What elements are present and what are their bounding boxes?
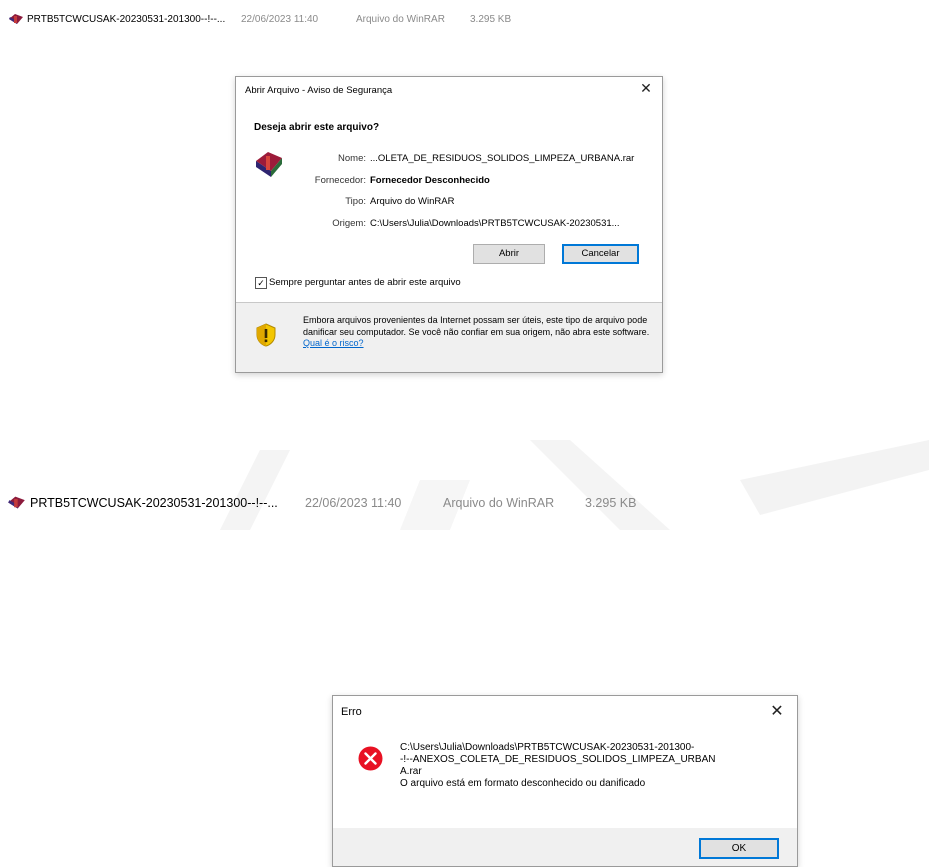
security-shield-icon bbox=[256, 323, 276, 347]
origin-label: Origem: bbox=[332, 217, 366, 229]
file-name: PRTB5TCWCUSAK-20230531-201300--!--... bbox=[30, 495, 278, 510]
file-row[interactable]: PRTB5TCWCUSAK-20230531-201300--!--... 22… bbox=[8, 13, 511, 25]
error-footer: OK bbox=[333, 828, 797, 866]
security-warning-dialog: Abrir Arquivo - Aviso de Segurança ✕ Des… bbox=[235, 76, 663, 373]
error-path-line: C:\Users\Julia\Downloads\PRTB5TCWCUSAK-2… bbox=[400, 742, 695, 753]
always-ask-label[interactable]: Sempre perguntar antes de abrir este arq… bbox=[269, 277, 461, 288]
winrar-icon bbox=[8, 496, 25, 509]
error-text: O arquivo está em formato desconhecido o… bbox=[400, 778, 646, 789]
error-path-line: A.rar bbox=[400, 766, 422, 777]
dialog-question: Deseja abrir este arquivo? bbox=[254, 122, 380, 133]
file-type: Arquivo do WinRAR bbox=[443, 495, 555, 510]
close-icon[interactable]: ✕ bbox=[767, 701, 787, 720]
winrar-icon bbox=[9, 14, 23, 24]
always-ask-checkbox[interactable]: ✓ bbox=[255, 277, 267, 289]
file-size: 3.295 KB bbox=[470, 13, 512, 25]
type-label: Tipo: bbox=[345, 196, 366, 207]
publisher-value: Fornecedor Desconhecido bbox=[370, 174, 490, 186]
name-label: Nome: bbox=[338, 153, 366, 164]
warning-text: Embora arquivos provenientes da Internet… bbox=[303, 315, 650, 337]
open-button[interactable]: Abrir bbox=[473, 244, 545, 264]
file-type: Arquivo do WinRAR bbox=[356, 13, 445, 25]
dialog-title: Erro bbox=[341, 706, 362, 718]
winrar-icon bbox=[256, 152, 282, 177]
origin-value: C:\Users\Julia\Downloads\PRTB5TCWCUSAK-2… bbox=[370, 217, 620, 229]
error-icon bbox=[358, 746, 383, 771]
warning-text-block: Embora arquivos provenientes da Internet… bbox=[303, 315, 653, 350]
error-message: C:\Users\Julia\Downloads\PRTB5TCWCUSAK-2… bbox=[400, 742, 780, 790]
type-value: Arquivo do WinRAR bbox=[370, 196, 455, 207]
file-date: 22/06/2023 11:40 bbox=[241, 13, 319, 25]
risk-link[interactable]: Qual é o risco? bbox=[303, 338, 364, 348]
name-value: ...OLETA_DE_RESIDUOS_SOLIDOS_LIMPEZA_URB… bbox=[370, 153, 635, 164]
field-labels: Nome: Fornecedor: Tipo: Origem: bbox=[296, 153, 366, 239]
ok-button[interactable]: OK bbox=[699, 838, 779, 859]
close-icon[interactable]: ✕ bbox=[637, 81, 655, 97]
error-dialog: Erro ✕ C:\Users\Julia\Downloads\PRTB5TCW… bbox=[332, 695, 798, 867]
warning-footer: Embora arquivos provenientes da Internet… bbox=[236, 303, 662, 372]
error-path-line: -!--ANEXOS_COLETA_DE_RESIDUOS_SOLIDOS_LI… bbox=[400, 754, 716, 765]
file-date: 22/06/2023 11:40 bbox=[305, 495, 402, 510]
dialog-titlebar: Abrir Arquivo - Aviso de Segurança ✕ bbox=[236, 77, 662, 104]
dialog-title: Abrir Arquivo - Aviso de Segurança bbox=[245, 85, 393, 96]
field-values: ...OLETA_DE_RESIDUOS_SOLIDOS_LIMPEZA_URB… bbox=[370, 153, 634, 239]
file-size: 3.295 KB bbox=[585, 495, 637, 510]
watermark-shapes bbox=[220, 440, 929, 530]
cancel-button[interactable]: Cancelar bbox=[562, 244, 639, 264]
file-row[interactable]: PRTB5TCWCUSAK-20230531-201300--!--... 22… bbox=[7, 495, 636, 510]
publisher-label: Fornecedor: bbox=[314, 174, 366, 186]
file-name: PRTB5TCWCUSAK-20230531-201300--!--... bbox=[27, 13, 226, 25]
